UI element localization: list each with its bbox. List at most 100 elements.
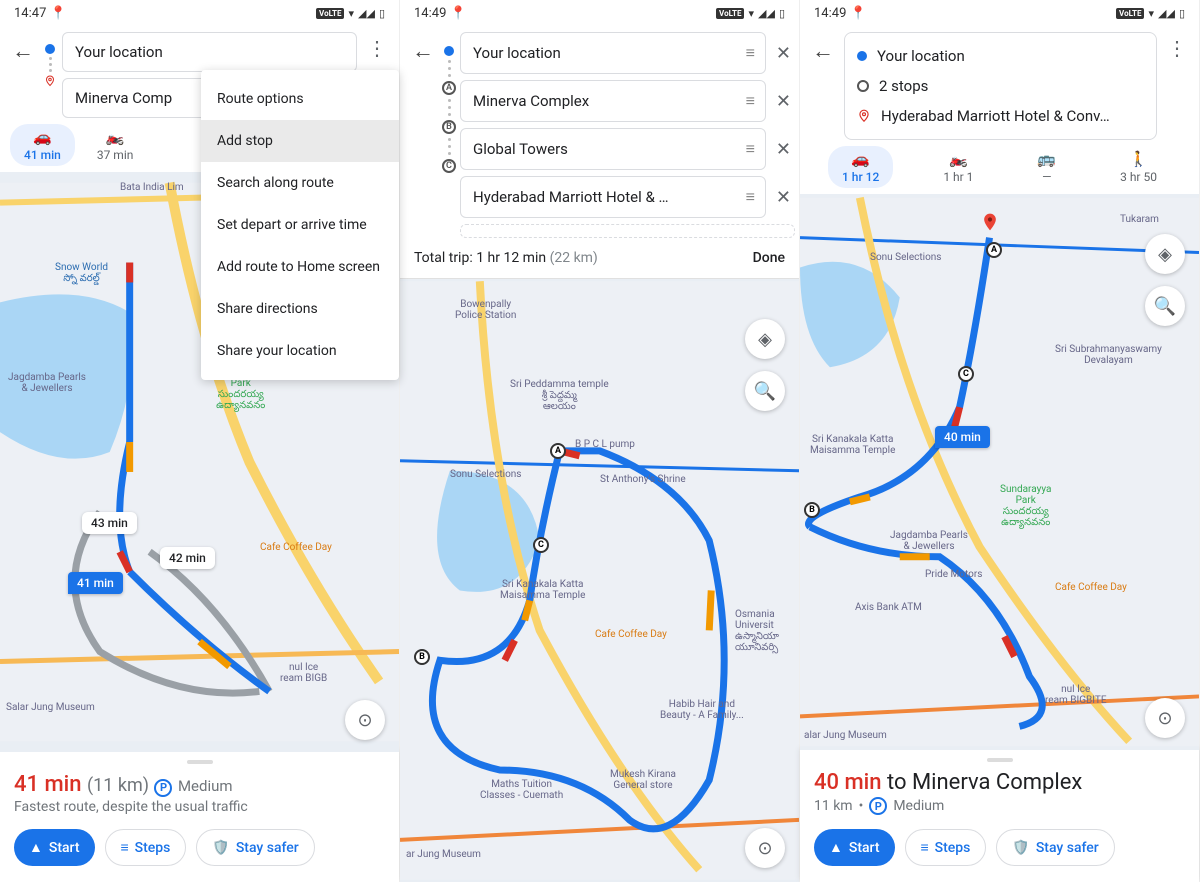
segment-time-label[interactable]: 40 min [935, 426, 990, 448]
signal-icon: ◢◢ [1158, 7, 1175, 20]
drag-handle-icon[interactable]: ≡ [746, 187, 753, 207]
destination-pin[interactable] [980, 212, 1000, 232]
search-button[interactable]: 🔍 [745, 371, 785, 411]
mode-transit[interactable]: 🚌— [1023, 146, 1070, 188]
shield-icon: 🛡️ [212, 840, 229, 856]
poi-label: Sri Subrahmanyaswamy Devalayam [1055, 344, 1162, 366]
route-summary-sheet[interactable]: 41 min (11 km) P Medium Fastest route, d… [0, 752, 399, 882]
eta-time: 40 min [814, 770, 882, 795]
poi-label: Pride Motors [925, 569, 982, 580]
mode-drive[interactable]: 🚗41 min [10, 124, 75, 166]
transit-icon: 🚌 [1037, 150, 1056, 168]
poi-label: nul Ice ream BIGBITE [1045, 684, 1107, 706]
remove-stop-button[interactable]: ✕ [772, 91, 795, 112]
poi-label: Axis Bank ATM [855, 602, 922, 613]
stop-a-input[interactable]: Minerva Complex≡ [460, 80, 766, 122]
done-button[interactable]: Done [753, 250, 785, 266]
stop-b-input[interactable]: Global Towers≡ [460, 128, 766, 170]
mode-walk[interactable]: 🚶3 hr 50 [1106, 146, 1171, 188]
map-area[interactable]: A C B 40 min Sonu Selections Sri Subrahm… [800, 194, 1199, 750]
recenter-button[interactable]: ⊙ [345, 700, 385, 740]
recenter-button[interactable]: ⊙ [1145, 698, 1185, 738]
wifi-icon: ▾ [1148, 7, 1154, 20]
steps-button[interactable]: ≡Steps [105, 829, 187, 866]
map-stop-b[interactable]: B [414, 649, 430, 665]
poi-label: Salar Jung Museum [6, 702, 95, 713]
stay-safer-button[interactable]: 🛡️Stay safer [196, 829, 314, 866]
mode-motorcycle[interactable]: 🏍️37 min [83, 124, 148, 166]
map-stop-a[interactable]: A [986, 242, 1002, 258]
eta-distance: (11 km) [87, 775, 149, 796]
remove-stop-button[interactable]: ✕ [772, 187, 795, 208]
layers-button[interactable]: ◈ [1145, 234, 1185, 274]
menu-search-along-route[interactable]: Search along route [201, 162, 399, 204]
drag-handle-icon[interactable]: ≡ [746, 43, 753, 63]
sheet-grabber[interactable] [187, 760, 213, 764]
poi-label: Cafe Coffee Day [260, 542, 332, 553]
stay-safer-button[interactable]: 🛡️Stay safer [996, 829, 1114, 866]
battery-icon: ▯ [1179, 7, 1185, 20]
back-button[interactable]: ← [408, 32, 438, 238]
drag-handle-icon[interactable]: ≡ [746, 139, 753, 159]
poi-label: Cafe Coffee Day [595, 629, 667, 640]
eta-line: 41 min (11 km) P Medium [14, 772, 385, 797]
stop-c-input[interactable]: Hyderabad Marriott Hotel & …≡ [460, 176, 766, 218]
map-stop-b[interactable]: B [804, 502, 820, 518]
motorcycle-icon: 🏍️ [106, 128, 125, 146]
menu-route-options[interactable]: Route options [201, 78, 399, 120]
route-card[interactable]: Your location 2 stops Hyderabad Marriott… [844, 32, 1157, 140]
eta-time: 41 min [14, 772, 82, 797]
signal-icon: ◢◢ [758, 7, 775, 20]
volte-badge: VoLTE [1116, 8, 1144, 19]
poi-label: Sundarayya Park సుందరయ్య ఉద్యానవనం [1000, 484, 1051, 528]
menu-add-stop[interactable]: Add stop [201, 120, 399, 162]
mode-motorcycle[interactable]: 🏍️1 hr 1 [929, 146, 987, 188]
origin-row: Your location [857, 41, 1144, 71]
remove-stop-button[interactable]: ✕ [772, 43, 795, 64]
navigate-icon: ▲ [829, 839, 843, 856]
recenter-button[interactable]: ⊙ [745, 828, 785, 868]
screen-2: 14:49📍 VoLTE▾◢◢▯ ← A B C Your location≡ … [400, 0, 800, 882]
remove-stop-button[interactable]: ✕ [772, 139, 795, 160]
menu-share-location[interactable]: Share your location [201, 330, 399, 372]
back-button[interactable]: ← [808, 32, 838, 70]
add-stop-input[interactable] [460, 224, 795, 238]
poi-label: Sri Kanakala Katta Maisamma Temple [810, 434, 895, 456]
sheet-grabber[interactable] [987, 758, 1013, 762]
map-stop-a[interactable]: A [550, 443, 566, 459]
menu-add-home-screen[interactable]: Add route to Home screen [201, 246, 399, 288]
dest-row: Hyderabad Marriott Hotel & Conv… [857, 101, 1144, 131]
location-icon: 📍 [50, 6, 66, 21]
back-button[interactable]: ← [8, 32, 38, 70]
layers-button[interactable]: ◈ [745, 319, 785, 359]
poi-label: St Anthony's Shrine [600, 474, 686, 485]
overflow-menu-button[interactable]: ⋮ [1163, 32, 1191, 64]
status-time: 14:49 [414, 6, 446, 21]
walk-icon: 🚶 [1129, 150, 1148, 168]
location-icon: 📍 [450, 6, 466, 21]
travel-mode-tabs: 🚗1 hr 12 🏍️1 hr 1 🚌— 🚶3 hr 50 [800, 140, 1199, 194]
poi-label: Bata India Lim [120, 182, 184, 193]
mode-drive[interactable]: 🚗1 hr 12 [828, 146, 893, 188]
start-button[interactable]: ▲Start [14, 829, 95, 866]
poi-label: Osmania Universit ఉస్మానియా యూనివర్సి [735, 609, 779, 653]
origin-input[interactable]: Your location≡ [460, 32, 766, 74]
origin-input[interactable]: Your location [62, 32, 357, 72]
route-summary-sheet[interactable]: 40 min to Minerva Complex 11 km • P Medi… [800, 750, 1199, 882]
alt-route-label-43[interactable]: 43 min [82, 512, 137, 534]
list-icon: ≡ [921, 839, 929, 856]
poi-label: Sonu Selections [870, 252, 941, 263]
volte-badge: VoLTE [316, 8, 344, 19]
steps-button[interactable]: ≡Steps [905, 829, 987, 866]
map-stop-c[interactable]: C [958, 366, 974, 382]
drag-handle-icon[interactable]: ≡ [746, 91, 753, 111]
primary-route-label-41[interactable]: 41 min [68, 572, 123, 594]
map-area[interactable]: A B C Bowenpally Police Station Sri Pedd… [400, 279, 799, 882]
start-button[interactable]: ▲Start [814, 829, 895, 866]
menu-depart-arrive[interactable]: Set depart or arrive time [201, 204, 399, 246]
alt-route-label-42[interactable]: 42 min [160, 547, 215, 569]
menu-share-directions[interactable]: Share directions [201, 288, 399, 330]
map-stop-c[interactable]: C [533, 537, 549, 553]
overflow-menu-button[interactable]: ⋮ [363, 32, 391, 64]
search-button[interactable]: 🔍 [1145, 286, 1185, 326]
